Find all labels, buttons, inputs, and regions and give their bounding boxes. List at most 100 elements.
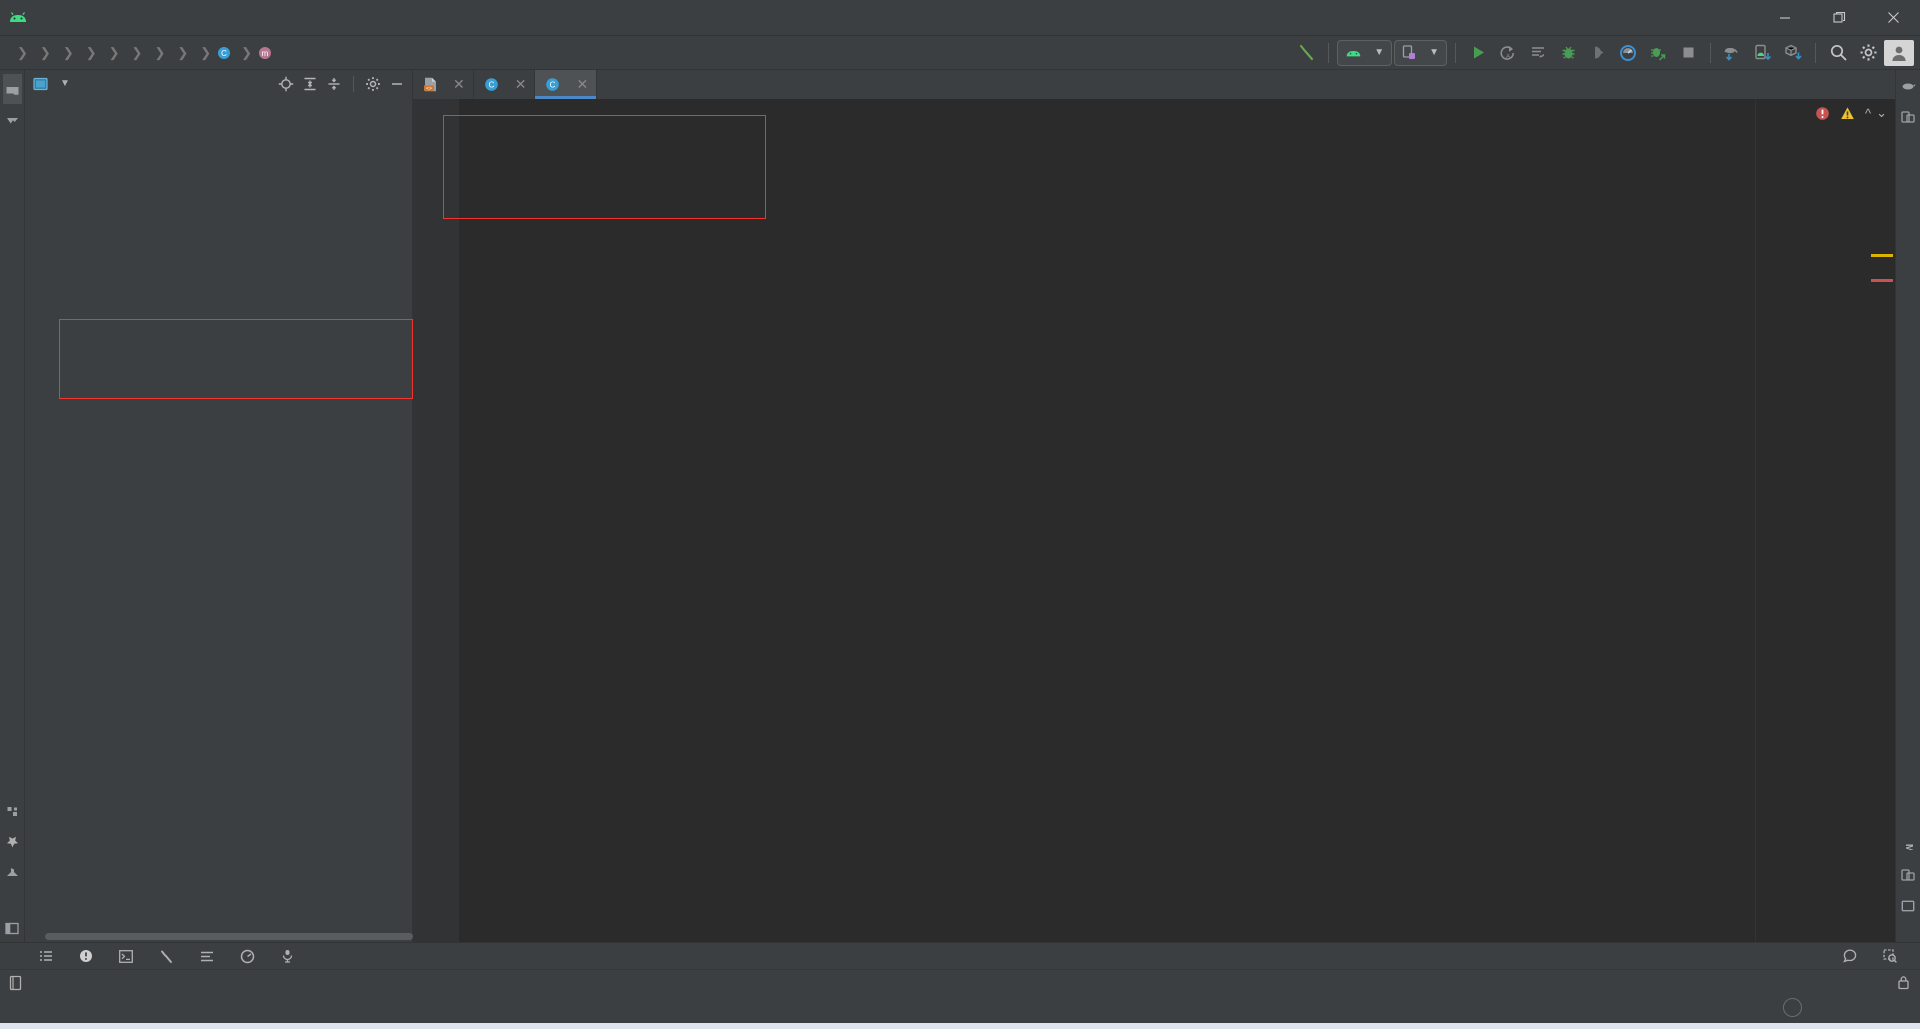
- project-tree[interactable]: [25, 97, 412, 930]
- menu-file[interactable]: [30, 15, 52, 21]
- bottom-tab-profiler[interactable]: [231, 946, 270, 967]
- menu-code[interactable]: [118, 15, 140, 21]
- status-bar: [0, 969, 1920, 995]
- editor-right-gutter[interactable]: ^ ⌄: [1755, 99, 1895, 942]
- sidebar-item-gradle[interactable]: [1898, 74, 1919, 104]
- sidebar-item-emulator[interactable]: [1898, 862, 1918, 893]
- run-icon[interactable]: [1464, 40, 1492, 66]
- breadcrumb-item-class[interactable]: C: [214, 44, 238, 62]
- stop-icon[interactable]: [1674, 40, 1702, 66]
- settings-gear-icon[interactable]: [1854, 40, 1882, 66]
- apply-changes-icon[interactable]: A: [1494, 40, 1522, 66]
- menu-analyze[interactable]: [140, 15, 162, 21]
- bottom-tab-app-inspection[interactable]: [272, 946, 309, 966]
- profile-with-instrumentation-icon[interactable]: [1644, 40, 1672, 66]
- avd-manager-icon[interactable]: [1749, 40, 1777, 66]
- hide-panel-icon[interactable]: [386, 73, 408, 95]
- sidebar-item-build-variants[interactable]: [3, 855, 22, 885]
- error-marker[interactable]: [1871, 279, 1893, 282]
- sidebar-item-favorites[interactable]: [3, 824, 22, 855]
- attach-debugger-icon[interactable]: [1584, 40, 1612, 66]
- profiler-icon[interactable]: [1614, 40, 1642, 66]
- menu-view[interactable]: [74, 15, 96, 21]
- sidebar-item-device-file-explorer[interactable]: [1898, 893, 1918, 924]
- search-icon[interactable]: [1824, 40, 1852, 66]
- editor-tab-mp3encoder-java[interactable]: C ✕: [535, 70, 598, 99]
- right-tool-window-strip: M: [1895, 70, 1920, 942]
- bottom-tab-layout-inspector[interactable]: [1874, 946, 1912, 966]
- breadcrumb-item-method[interactable]: m: [255, 44, 279, 62]
- close-icon[interactable]: ✕: [515, 76, 527, 93]
- build-hammer-icon[interactable]: [1292, 40, 1320, 66]
- code-editor[interactable]: ^ ⌄: [413, 99, 1895, 942]
- close-icon[interactable]: ✕: [453, 76, 465, 93]
- settings-gear-icon[interactable]: [362, 73, 384, 95]
- device-file-explorer-icon: [1901, 900, 1915, 912]
- menu-bar[interactable]: [30, 0, 316, 35]
- code-content[interactable]: [459, 99, 1755, 942]
- sidebar-item-resource-manager[interactable]: [3, 104, 22, 134]
- main-content: ▼ <> ✕ C ✕ C ✕ ^ ⌄ M: [0, 70, 1920, 942]
- avatar[interactable]: [1884, 39, 1914, 66]
- bottom-tab-problems[interactable]: [70, 946, 108, 966]
- breadcrumb-separator: ❯: [177, 44, 189, 60]
- locate-target-icon[interactable]: [275, 73, 297, 95]
- minimize-button[interactable]: [1758, 0, 1812, 35]
- project-horizontal-scrollbar[interactable]: [25, 930, 413, 942]
- next-problem-icon[interactable]: ⌄: [1876, 105, 1887, 121]
- svg-text:C: C: [221, 49, 227, 58]
- bottom-tab-terminal[interactable]: [110, 947, 148, 966]
- previous-problem-icon[interactable]: ^: [1865, 106, 1871, 121]
- device-selector[interactable]: ▼: [1394, 39, 1447, 66]
- bottom-tab-build[interactable]: [150, 946, 189, 967]
- inspection-widget[interactable]: ^ ⌄: [1815, 105, 1887, 121]
- window-controls[interactable]: [1758, 0, 1920, 35]
- debug-icon[interactable]: [1554, 40, 1582, 66]
- bottom-tab-logcat[interactable]: [191, 947, 229, 966]
- sdk-manager-icon[interactable]: [1779, 40, 1807, 66]
- bottom-tab-event-log[interactable]: [1834, 946, 1872, 966]
- svg-text:m: m: [262, 49, 269, 58]
- tool-window-toggle-icon[interactable]: [2, 915, 22, 942]
- sidebar-item-make[interactable]: M: [1899, 832, 1918, 862]
- close-icon[interactable]: ✕: [576, 76, 588, 93]
- expand-all-icon[interactable]: [299, 73, 321, 95]
- maximize-restore-button[interactable]: [1812, 0, 1866, 35]
- logcat-icon: [200, 950, 214, 963]
- menu-refactor[interactable]: [162, 15, 184, 21]
- emulator-icon: [1901, 869, 1915, 881]
- close-button[interactable]: [1866, 0, 1920, 35]
- sidebar-item-structure[interactable]: [3, 794, 21, 824]
- bottom-tab-todo[interactable]: [30, 947, 68, 966]
- class-icon: C: [545, 77, 560, 92]
- menu-tools[interactable]: [228, 15, 250, 21]
- warning-marker[interactable]: [1871, 254, 1893, 257]
- svg-text:A: A: [1506, 53, 1511, 60]
- project-icon: [6, 86, 19, 97]
- build-hammer-icon: [159, 949, 174, 964]
- sidebar-item-device-manager[interactable]: [1898, 104, 1918, 135]
- menu-navigate[interactable]: [96, 15, 118, 21]
- menu-vcs[interactable]: [250, 15, 272, 21]
- menu-help[interactable]: [294, 15, 316, 21]
- sidebar-item-project[interactable]: [2, 74, 22, 104]
- menu-window[interactable]: [272, 15, 294, 21]
- menu-edit[interactable]: [52, 15, 74, 21]
- device-icon: [1402, 44, 1417, 61]
- problems-icon: [79, 949, 93, 963]
- breadcrumb[interactable]: ❯ ❯ ❯ ❯ ❯ ❯ ❯ ❯ ❯ C ❯ m: [8, 44, 279, 62]
- chevron-down-icon[interactable]: ▼: [60, 78, 70, 89]
- editor-tab-mainactivity-java[interactable]: C ✕: [474, 70, 536, 99]
- menu-build[interactable]: [184, 15, 206, 21]
- breadcrumb-separator: ❯: [131, 44, 143, 60]
- collapse-all-icon[interactable]: [323, 73, 345, 95]
- apply-code-changes-icon[interactable]: [1524, 40, 1552, 66]
- sync-gradle-icon[interactable]: [1719, 40, 1747, 66]
- menu-run[interactable]: [206, 15, 228, 21]
- editor-tab-activity-main-xml[interactable]: <> ✕: [413, 70, 474, 99]
- module-selector[interactable]: ▼: [1337, 39, 1393, 66]
- error-icon: [1815, 106, 1830, 121]
- scrollbar-thumb[interactable]: [45, 933, 413, 940]
- star-icon: [6, 836, 19, 848]
- lock-icon[interactable]: [1897, 975, 1910, 990]
